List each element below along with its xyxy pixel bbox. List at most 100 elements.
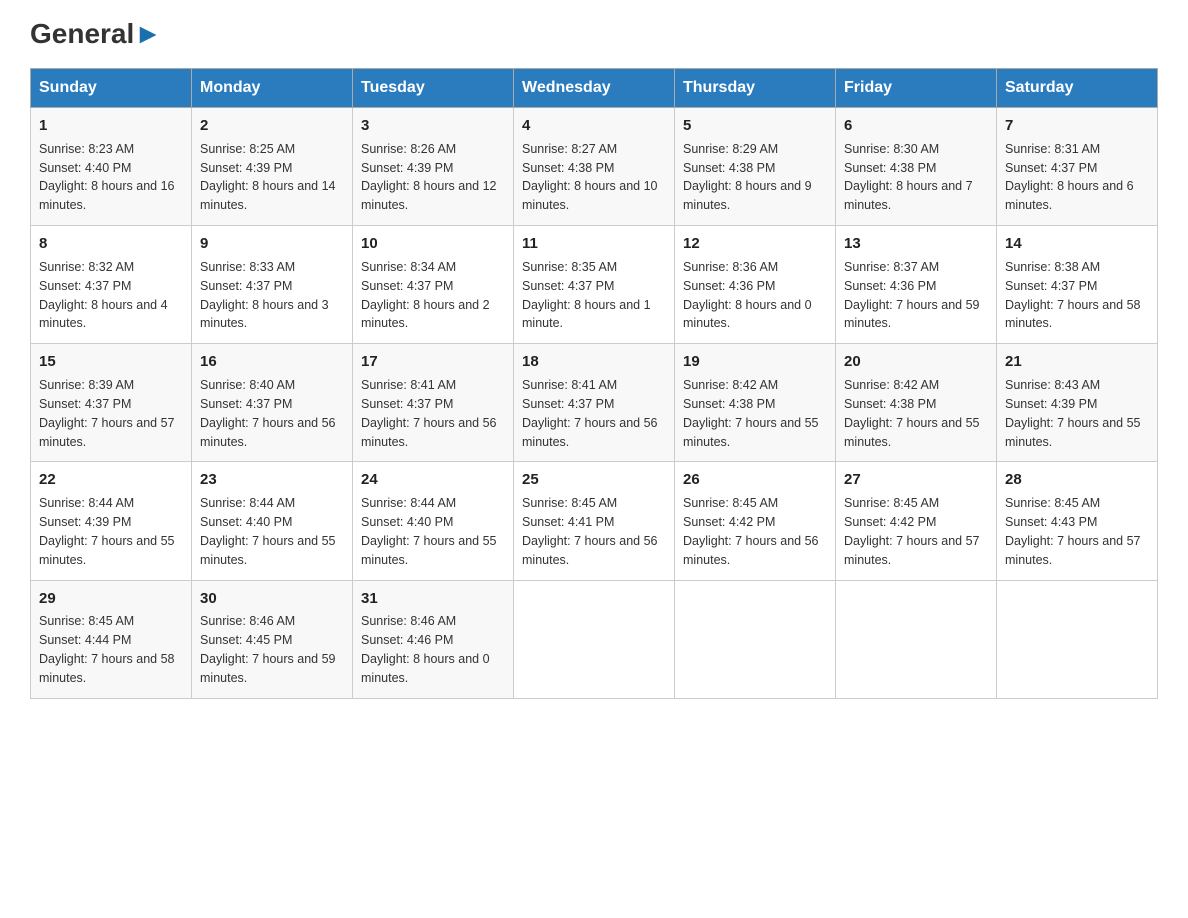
day-number: 10 — [361, 233, 505, 255]
calendar-cell: 31Sunrise: 8:46 AMSunset: 4:46 PMDayligh… — [353, 580, 514, 698]
calendar-cell: 22 Sunrise: 8:44 AMSunset: 4:39 PMDayligh… — [31, 462, 192, 580]
calendar-cell — [997, 580, 1158, 698]
day-number: 25 — [522, 469, 666, 491]
day-info: Sunrise: 8:35 AMSunset: 4:37 PMDaylight:… — [522, 260, 651, 331]
calendar-cell: 6Sunrise: 8:30 AMSunset: 4:38 PMDaylight… — [836, 108, 997, 226]
day-info: Sunrise: 8:42 AMSunset: 4:38 PMDaylight:… — [683, 378, 819, 449]
logo: General► — [30, 20, 162, 50]
calendar-cell: 16Sunrise: 8:40 AMSunset: 4:37 PMDayligh… — [192, 344, 353, 462]
day-number: 30 — [200, 588, 344, 610]
header-monday: Monday — [192, 69, 353, 108]
day-info: Sunrise: 8:34 AMSunset: 4:37 PMDaylight:… — [361, 260, 490, 331]
calendar-cell: 11 Sunrise: 8:35 AMSunset: 4:37 PMDayligh… — [514, 226, 675, 344]
week-row-5: 29 Sunrise: 8:45 AMSunset: 4:44 PMDayligh… — [31, 580, 1158, 698]
calendar-cell: 14Sunrise: 8:38 AMSunset: 4:37 PMDayligh… — [997, 226, 1158, 344]
day-info: Sunrise: 8:44 AMSunset: 4:40 PMDaylight:… — [200, 496, 336, 567]
day-number: 12 — [683, 233, 827, 255]
calendar-cell — [514, 580, 675, 698]
day-info: Sunrise: 8:31 AMSunset: 4:37 PMDaylight:… — [1005, 142, 1134, 213]
day-number: 2 — [200, 115, 344, 137]
day-number: 28 — [1005, 469, 1149, 491]
day-info: Sunrise: 8:45 AMSunset: 4:42 PMDaylight:… — [844, 496, 980, 567]
header-tuesday: Tuesday — [353, 69, 514, 108]
day-number: 6 — [844, 115, 988, 137]
day-info: Sunrise: 8:23 AMSunset: 4:40 PMDaylight:… — [39, 142, 175, 213]
day-number: 27 — [844, 469, 988, 491]
day-info: Sunrise: 8:41 AMSunset: 4:37 PMDaylight:… — [361, 378, 497, 449]
day-number: 8 — [39, 233, 183, 255]
calendar-cell: 21 Sunrise: 8:43 AMSunset: 4:39 PMDayligh… — [997, 344, 1158, 462]
calendar-cell: 26 Sunrise: 8:45 AMSunset: 4:42 PMDayligh… — [675, 462, 836, 580]
calendar-cell: 9Sunrise: 8:33 AMSunset: 4:37 PMDaylight… — [192, 226, 353, 344]
day-info: Sunrise: 8:45 AMSunset: 4:42 PMDaylight:… — [683, 496, 819, 567]
day-number: 24 — [361, 469, 505, 491]
day-info: Sunrise: 8:39 AMSunset: 4:37 PMDaylight:… — [39, 378, 175, 449]
day-info: Sunrise: 8:25 AMSunset: 4:39 PMDaylight:… — [200, 142, 336, 213]
day-number: 31 — [361, 588, 505, 610]
calendar-cell: 5Sunrise: 8:29 AMSunset: 4:38 PMDaylight… — [675, 108, 836, 226]
day-info: Sunrise: 8:29 AMSunset: 4:38 PMDaylight:… — [683, 142, 812, 213]
day-info: Sunrise: 8:37 AMSunset: 4:36 PMDaylight:… — [844, 260, 980, 331]
calendar-cell: 15 Sunrise: 8:39 AMSunset: 4:37 PMDayligh… — [31, 344, 192, 462]
day-number: 18 — [522, 351, 666, 373]
calendar-cell: 2 Sunrise: 8:25 AMSunset: 4:39 PMDaylight… — [192, 108, 353, 226]
day-info: Sunrise: 8:41 AMSunset: 4:37 PMDaylight:… — [522, 378, 658, 449]
calendar-header-row: SundayMondayTuesdayWednesdayThursdayFrid… — [31, 69, 1158, 108]
calendar-cell: 1Sunrise: 8:23 AMSunset: 4:40 PMDaylight… — [31, 108, 192, 226]
day-info: Sunrise: 8:26 AMSunset: 4:39 PMDaylight:… — [361, 142, 497, 213]
day-number: 4 — [522, 115, 666, 137]
calendar-cell: 17 Sunrise: 8:41 AMSunset: 4:37 PMDayligh… — [353, 344, 514, 462]
day-number: 15 — [39, 351, 183, 373]
day-info: Sunrise: 8:43 AMSunset: 4:39 PMDaylight:… — [1005, 378, 1141, 449]
day-info: Sunrise: 8:46 AMSunset: 4:45 PMDaylight:… — [200, 614, 336, 685]
day-info: Sunrise: 8:44 AMSunset: 4:39 PMDaylight:… — [39, 496, 175, 567]
day-number: 7 — [1005, 115, 1149, 137]
day-number: 13 — [844, 233, 988, 255]
day-number: 11 — [522, 233, 666, 255]
day-number: 23 — [200, 469, 344, 491]
day-info: Sunrise: 8:42 AMSunset: 4:38 PMDaylight:… — [844, 378, 980, 449]
calendar-cell: 20Sunrise: 8:42 AMSunset: 4:38 PMDayligh… — [836, 344, 997, 462]
header-sunday: Sunday — [31, 69, 192, 108]
calendar-cell: 18 Sunrise: 8:41 AMSunset: 4:37 PMDayligh… — [514, 344, 675, 462]
calendar-cell: 27 Sunrise: 8:45 AMSunset: 4:42 PMDayligh… — [836, 462, 997, 580]
day-number: 16 — [200, 351, 344, 373]
calendar-cell: 8 Sunrise: 8:32 AMSunset: 4:37 PMDaylight… — [31, 226, 192, 344]
calendar-table: SundayMondayTuesdayWednesdayThursdayFrid… — [30, 68, 1158, 699]
calendar-cell: 19 Sunrise: 8:42 AMSunset: 4:38 PMDayligh… — [675, 344, 836, 462]
calendar-cell: 3 Sunrise: 8:26 AMSunset: 4:39 PMDaylight… — [353, 108, 514, 226]
calendar-cell: 28 Sunrise: 8:45 AMSunset: 4:43 PMDayligh… — [997, 462, 1158, 580]
day-info: Sunrise: 8:38 AMSunset: 4:37 PMDaylight:… — [1005, 260, 1141, 331]
day-info: Sunrise: 8:44 AMSunset: 4:40 PMDaylight:… — [361, 496, 497, 567]
header-thursday: Thursday — [675, 69, 836, 108]
calendar-cell: 24 Sunrise: 8:44 AMSunset: 4:40 PMDayligh… — [353, 462, 514, 580]
day-number: 9 — [200, 233, 344, 255]
day-number: 17 — [361, 351, 505, 373]
day-info: Sunrise: 8:45 AMSunset: 4:41 PMDaylight:… — [522, 496, 658, 567]
day-number: 3 — [361, 115, 505, 137]
calendar-cell — [836, 580, 997, 698]
page-header: General► — [30, 20, 1158, 50]
day-info: Sunrise: 8:45 AMSunset: 4:43 PMDaylight:… — [1005, 496, 1141, 567]
calendar-cell: 29 Sunrise: 8:45 AMSunset: 4:44 PMDayligh… — [31, 580, 192, 698]
header-friday: Friday — [836, 69, 997, 108]
day-info: Sunrise: 8:32 AMSunset: 4:37 PMDaylight:… — [39, 260, 168, 331]
logo-arrow-icon: ► — [134, 18, 162, 49]
calendar-cell: 23 Sunrise: 8:44 AMSunset: 4:40 PMDayligh… — [192, 462, 353, 580]
header-wednesday: Wednesday — [514, 69, 675, 108]
day-number: 21 — [1005, 351, 1149, 373]
day-number: 26 — [683, 469, 827, 491]
week-row-2: 8 Sunrise: 8:32 AMSunset: 4:37 PMDaylight… — [31, 226, 1158, 344]
day-number: 29 — [39, 588, 183, 610]
calendar-cell: 7 Sunrise: 8:31 AMSunset: 4:37 PMDaylight… — [997, 108, 1158, 226]
week-row-3: 15 Sunrise: 8:39 AMSunset: 4:37 PMDayligh… — [31, 344, 1158, 462]
week-row-4: 22 Sunrise: 8:44 AMSunset: 4:39 PMDayligh… — [31, 462, 1158, 580]
calendar-cell: 25 Sunrise: 8:45 AMSunset: 4:41 PMDayligh… — [514, 462, 675, 580]
week-row-1: 1Sunrise: 8:23 AMSunset: 4:40 PMDaylight… — [31, 108, 1158, 226]
day-info: Sunrise: 8:45 AMSunset: 4:44 PMDaylight:… — [39, 614, 175, 685]
day-number: 19 — [683, 351, 827, 373]
calendar-cell: 4Sunrise: 8:27 AMSunset: 4:38 PMDaylight… — [514, 108, 675, 226]
calendar-cell: 30 Sunrise: 8:46 AMSunset: 4:45 PMDayligh… — [192, 580, 353, 698]
calendar-cell: 12Sunrise: 8:36 AMSunset: 4:36 PMDayligh… — [675, 226, 836, 344]
day-number: 22 — [39, 469, 183, 491]
